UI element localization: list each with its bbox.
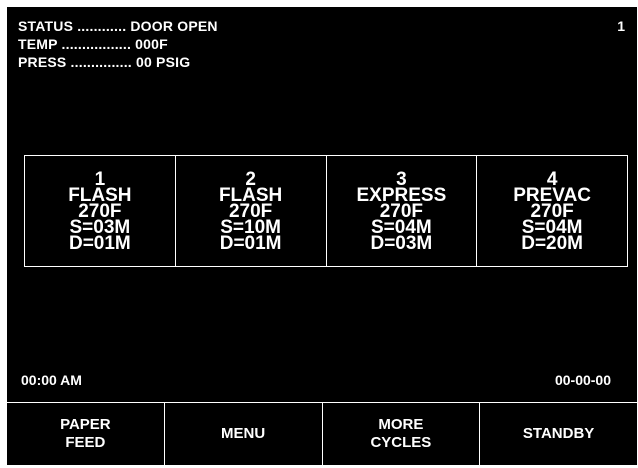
softkey-label-line1: STANDBY <box>522 425 595 442</box>
softkey-bar: PAPER FEED MENU MORE CYCLES STANDBY <box>7 402 637 465</box>
cycle-dry-time: D=20M <box>521 233 584 254</box>
paper-feed-button[interactable]: PAPER FEED <box>7 403 165 465</box>
cycle-3-button[interactable]: 3 EXPRESS 270F S=04M D=03M <box>327 156 478 266</box>
menu-button[interactable]: MENU <box>165 403 323 465</box>
cycle-selection-table: 1 FLASH 270F S=03M D=01M 2 FLASH 270F S=… <box>24 155 628 267</box>
cycle-1-button[interactable]: 1 FLASH 270F S=03M D=01M <box>25 156 176 266</box>
cycle-dry-time: D=03M <box>370 233 433 254</box>
cycle-dry-time: D=01M <box>68 233 131 254</box>
status-panel: STATUS ............ DOOR OPEN TEMP .....… <box>18 17 218 71</box>
temperature-readout: TEMP ................. 000F <box>18 36 168 52</box>
sterilizer-display: STATUS ............ DOOR OPEN TEMP .....… <box>7 7 637 465</box>
softkey-label-line1: PAPER <box>60 416 111 433</box>
standby-button[interactable]: STANDBY <box>480 403 637 465</box>
date-display: 00-00-00 <box>554 372 611 388</box>
cycle-2-button[interactable]: 2 FLASH 270F S=10M D=01M <box>176 156 327 266</box>
softkey-label-line1: MORE <box>378 416 424 433</box>
cycle-4-button[interactable]: 4 PREVAC 270F S=04M D=20M <box>477 156 627 266</box>
softkey-label-line1: MENU <box>221 425 266 442</box>
status-readout: STATUS ............ DOOR OPEN <box>18 18 218 34</box>
more-cycles-button[interactable]: MORE CYCLES <box>323 403 481 465</box>
softkey-label-line2: CYCLES <box>370 434 432 451</box>
pressure-readout: PRESS ............... 00 PSIG <box>18 54 191 70</box>
screen-number: 1 <box>617 18 625 34</box>
softkey-label-line2: FEED <box>65 434 106 451</box>
time-display: 00:00 AM <box>21 372 82 388</box>
cycle-dry-time: D=01M <box>219 233 282 254</box>
